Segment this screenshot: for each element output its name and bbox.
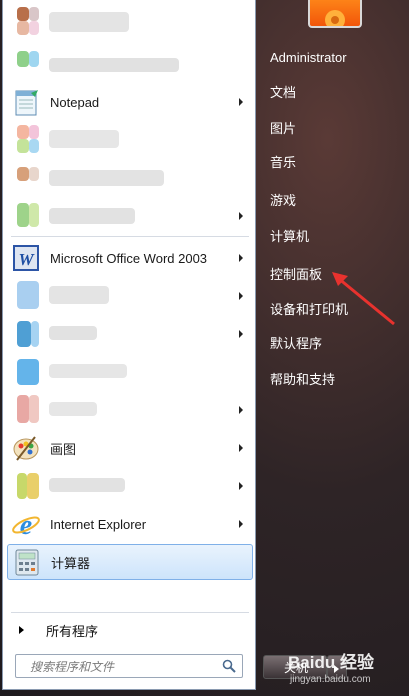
- blurred-app-icon: [11, 163, 41, 193]
- program-item-blurred-4[interactable]: [7, 160, 253, 196]
- blurred-app-icon: [11, 51, 41, 81]
- submenu-arrow-icon[interactable]: [239, 330, 243, 338]
- svg-text:e: e: [20, 510, 32, 539]
- submenu-arrow-icon[interactable]: [239, 444, 243, 452]
- blurred-label: [49, 170, 164, 186]
- program-item-blurred-5[interactable]: [7, 198, 253, 234]
- blurred-app-icon: [11, 125, 41, 155]
- program-item-calculator[interactable]: 计算器: [7, 544, 253, 580]
- blurred-app-icon: [11, 281, 41, 311]
- internet-explorer-label: Internet Explorer: [50, 516, 147, 532]
- word-label: Microsoft Office Word 2003: [50, 250, 208, 266]
- blurred-label: [49, 364, 127, 378]
- program-item-blurred-7[interactable]: [7, 316, 253, 352]
- submenu-arrow-icon[interactable]: [239, 406, 243, 414]
- computer-link[interactable]: 计算机: [262, 222, 382, 248]
- word-icon: W: [11, 243, 41, 273]
- places-pane: Administrator 文档 图片 音乐 游戏 计算机 控制面板 设备和打印…: [256, 0, 409, 696]
- program-item-blurred-10[interactable]: [7, 468, 253, 504]
- program-item-blurred-8[interactable]: [7, 354, 253, 390]
- calculator-label: 计算器: [51, 555, 91, 571]
- default-programs-link[interactable]: 默认程序: [262, 329, 382, 355]
- blurred-app-icon: [11, 319, 41, 349]
- separator: [11, 612, 249, 613]
- games-link[interactable]: 游戏: [262, 186, 382, 212]
- blurred-label: [49, 478, 125, 492]
- program-item-paint[interactable]: 画图: [7, 430, 253, 466]
- submenu-arrow-icon[interactable]: [239, 212, 243, 220]
- svg-text:W: W: [18, 250, 35, 269]
- blurred-app-icon: [11, 7, 41, 37]
- submenu-arrow-icon[interactable]: [239, 482, 243, 490]
- blurred-label: [49, 12, 129, 32]
- program-item-internet-explorer[interactable]: e Internet Explorer: [7, 506, 253, 542]
- program-item-notepad[interactable]: Notepad: [7, 84, 253, 120]
- programs-pane: Notepad W Microsoft Office Word 2003 画图 …: [2, 0, 256, 690]
- user-name-link[interactable]: Administrator: [262, 44, 382, 70]
- notepad-icon: [11, 87, 41, 117]
- program-item-blurred-1[interactable]: [7, 4, 253, 40]
- blurred-label: [49, 130, 119, 148]
- all-programs-button[interactable]: 所有程序: [7, 616, 253, 644]
- program-item-blurred-3[interactable]: [7, 122, 253, 158]
- blurred-label: [49, 402, 97, 416]
- blurred-app-icon: [11, 395, 41, 425]
- program-item-blurred-6[interactable]: [7, 278, 253, 314]
- blurred-app-icon: [11, 357, 41, 387]
- pictures-link[interactable]: 图片: [262, 114, 382, 140]
- submenu-arrow-icon[interactable]: [239, 254, 243, 262]
- submenu-arrow-icon[interactable]: [239, 98, 243, 106]
- blurred-label: [49, 58, 179, 72]
- search-icon[interactable]: [222, 659, 236, 673]
- paint-label: 画图: [50, 441, 77, 457]
- baidu-watermark-url: jingyan.baidu.com: [290, 674, 371, 685]
- music-link[interactable]: 音乐: [262, 148, 382, 174]
- notepad-label: Notepad: [50, 94, 100, 110]
- search-box[interactable]: [15, 654, 243, 679]
- help-support-link[interactable]: 帮助和支持: [262, 365, 382, 391]
- program-item-blurred-9[interactable]: [7, 392, 253, 428]
- blurred-label: [49, 326, 97, 340]
- program-item-blurred-2[interactable]: [7, 48, 253, 84]
- expand-arrow-icon: [19, 626, 24, 634]
- calculator-icon: [12, 547, 42, 577]
- submenu-arrow-icon[interactable]: [239, 292, 243, 300]
- search-input[interactable]: [16, 655, 228, 679]
- baidu-watermark: Baidu 经验: [288, 653, 374, 672]
- blurred-app-icon: [11, 471, 41, 501]
- blurred-label: [49, 286, 109, 304]
- documents-link[interactable]: 文档: [262, 78, 382, 104]
- separator: [11, 236, 249, 237]
- paint-palette-icon: [11, 433, 41, 463]
- start-menu: Notepad W Microsoft Office Word 2003 画图 …: [0, 0, 409, 696]
- all-programs-label: 所有程序: [46, 623, 99, 639]
- submenu-arrow-icon[interactable]: [239, 520, 243, 528]
- program-item-word[interactable]: W Microsoft Office Word 2003: [7, 240, 253, 276]
- blurred-label: [49, 208, 135, 224]
- user-avatar[interactable]: [308, 0, 362, 28]
- annotation-arrow-icon: [332, 272, 395, 326]
- internet-explorer-icon: e: [11, 509, 41, 541]
- blurred-app-icon: [11, 201, 41, 231]
